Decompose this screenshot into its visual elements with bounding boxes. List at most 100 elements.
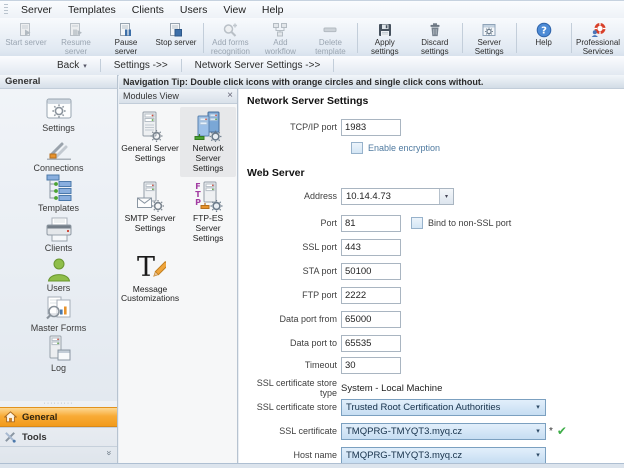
- breadcrumb-network-server-settings[interactable]: Network Server Settings ->>: [182, 60, 334, 71]
- address-combo-arrow-icon[interactable]: ▾: [439, 189, 453, 204]
- enable-encryption-checkbox[interactable]: [351, 142, 363, 154]
- tcp-ip-port-label: TCP/IP port: [239, 122, 337, 132]
- module-general-server-settings[interactable]: General Server Settings: [120, 107, 180, 177]
- server-settings-button[interactable]: Server Settings: [464, 19, 514, 57]
- help-button[interactable]: ? Help: [519, 19, 569, 57]
- module-smtp-server-settings[interactable]: SMTP Server Settings: [120, 177, 180, 247]
- network-server-icon: [193, 110, 223, 142]
- clients-icon: [44, 215, 74, 242]
- templates-icon: [45, 175, 73, 202]
- tcp-ip-port-input[interactable]: [341, 119, 401, 136]
- back-button[interactable]: Back ▾: [44, 60, 100, 71]
- stop-server-icon: [168, 21, 184, 38]
- smtp-server-icon: [135, 180, 165, 212]
- ssl-port-row: SSL port: [239, 238, 401, 256]
- connections-icon: [45, 135, 73, 162]
- ftp-port-row: FTP port: [239, 286, 401, 304]
- menu-clients[interactable]: Clients: [124, 3, 172, 17]
- discard-settings-icon: [427, 21, 443, 38]
- add-forms-recognition-button[interactable]: Add forms recognition: [205, 19, 255, 57]
- ssl-store-combo-arrow-icon[interactable]: ▾: [531, 403, 545, 411]
- timeout-label: Timeout: [239, 360, 337, 370]
- timeout-input[interactable]: [341, 357, 401, 374]
- add-workflow-button[interactable]: Add workflow: [255, 19, 305, 57]
- sta-port-row: STA port: [239, 262, 401, 280]
- ssl-store-type-label: SSL certificate store type: [239, 378, 337, 398]
- menu-templates[interactable]: Templates: [60, 3, 124, 17]
- network-server-settings-form: Network Server Settings TCP/IP port Enab…: [239, 89, 624, 463]
- sidebar-item-templates[interactable]: Templates: [0, 175, 117, 215]
- timeout-row: Timeout: [239, 356, 401, 374]
- chevron-more-icon[interactable]: »: [104, 450, 114, 455]
- data-port-to-input[interactable]: [341, 335, 401, 352]
- ssl-certificate-combo[interactable]: TMQPRG-TMYQT3.myq.cz ▾: [341, 423, 546, 440]
- required-asterisk: *: [549, 426, 553, 437]
- enable-encryption-row: Enable encryption: [239, 142, 440, 154]
- breadcrumb: Back ▾ Settings ->> Network Server Setti…: [0, 56, 624, 76]
- ssl-store-combo[interactable]: Trusted Root Certification Authorities ▾: [341, 399, 546, 416]
- chevron-down-icon: ▾: [83, 62, 87, 70]
- sidebar-item-clients[interactable]: Clients: [0, 215, 117, 255]
- port-input[interactable]: [341, 215, 401, 232]
- stop-server-button[interactable]: Stop server: [151, 19, 201, 57]
- sta-port-label: STA port: [239, 266, 337, 276]
- port-label: Port: [239, 218, 337, 228]
- address-combo[interactable]: 10.14.4.73 ▾: [341, 188, 454, 205]
- ftp-es-server-icon: FTP: [193, 180, 223, 212]
- tab-tools[interactable]: Tools: [0, 427, 117, 447]
- resume-server-button[interactable]: Resume server: [51, 19, 101, 57]
- sidebar-item-log[interactable]: Log: [0, 335, 117, 375]
- module-message-customizations[interactable]: T Message Customizations: [120, 248, 180, 309]
- sidebar-item-users[interactable]: Users: [0, 255, 117, 295]
- navigation-tip: Navigation Tip: Double click icons with …: [119, 75, 624, 89]
- master-forms-icon: [44, 295, 74, 322]
- tools-icon: [4, 431, 17, 443]
- modules-view-header: Modules View ×: [119, 89, 237, 104]
- host-name-value: TMQPRG-TMYQT3.myq.cz: [342, 450, 531, 461]
- ssl-certificate-row: SSL certificate TMQPRG-TMYQT3.myq.cz ▾ *…: [239, 422, 567, 440]
- sidebar-item-connections[interactable]: Connections: [0, 135, 117, 175]
- delete-template-icon: [322, 21, 338, 38]
- apply-settings-button[interactable]: Apply settings: [360, 19, 410, 57]
- host-name-combo-arrow-icon[interactable]: ▾: [531, 451, 545, 459]
- svg-text:?: ?: [541, 25, 547, 36]
- data-port-from-row: Data port from: [239, 310, 401, 328]
- ftp-port-label: FTP port: [239, 290, 337, 300]
- start-server-button[interactable]: Start server: [1, 19, 51, 57]
- ssl-port-input[interactable]: [341, 239, 401, 256]
- module-ftp-es-server-settings[interactable]: FTP FTP-ES Server Settings: [180, 177, 236, 247]
- bind-non-ssl-checkbox[interactable]: [411, 217, 423, 229]
- sta-port-input[interactable]: [341, 263, 401, 280]
- main-toolbar: Start server Resume server Pause server …: [0, 18, 624, 59]
- ssl-store-type-value: System - Local Machine: [341, 383, 442, 394]
- pause-server-button[interactable]: Pause server: [101, 19, 151, 57]
- close-icon[interactable]: ×: [227, 91, 233, 101]
- breadcrumb-settings[interactable]: Settings ->>: [101, 60, 181, 71]
- port-row: Port Bind to non-SSL port: [239, 214, 511, 232]
- tab-general[interactable]: General: [0, 407, 117, 427]
- add-forms-recognition-icon: [222, 21, 238, 38]
- menu-users[interactable]: Users: [172, 3, 215, 17]
- menu-view[interactable]: View: [215, 3, 254, 17]
- module-network-server-settings[interactable]: Network Server Settings: [180, 107, 236, 177]
- sidebar-item-master-forms[interactable]: Master Forms: [0, 295, 117, 335]
- professional-services-button[interactable]: Professional Services: [573, 19, 623, 57]
- host-name-combo[interactable]: TMQPRG-TMYQT3.myq.cz ▾: [341, 447, 546, 464]
- ssl-certificate-value: TMQPRG-TMYQT3.myq.cz: [342, 426, 531, 437]
- ssl-certificate-combo-arrow-icon[interactable]: ▾: [531, 427, 545, 435]
- data-port-from-input[interactable]: [341, 311, 401, 328]
- ssl-store-value: Trusted Root Certification Authorities: [342, 402, 531, 413]
- host-name-label: Host name: [239, 450, 337, 460]
- address-value: 10.14.4.73: [342, 191, 439, 202]
- general-server-icon: [135, 110, 165, 142]
- ssl-store-type-row: SSL certificate store type System - Loca…: [239, 381, 442, 395]
- data-port-to-row: Data port to: [239, 334, 401, 352]
- discard-settings-button[interactable]: Discard settings: [410, 19, 460, 57]
- delete-template-button[interactable]: Delete template: [305, 19, 355, 57]
- section-title-network: Network Server Settings: [247, 95, 368, 107]
- menu-server[interactable]: Server: [13, 3, 60, 17]
- menu-help[interactable]: Help: [254, 3, 292, 17]
- sidebar-item-settings[interactable]: Settings: [0, 95, 117, 135]
- toolbar-grip[interactable]: [4, 4, 8, 16]
- ftp-port-input[interactable]: [341, 287, 401, 304]
